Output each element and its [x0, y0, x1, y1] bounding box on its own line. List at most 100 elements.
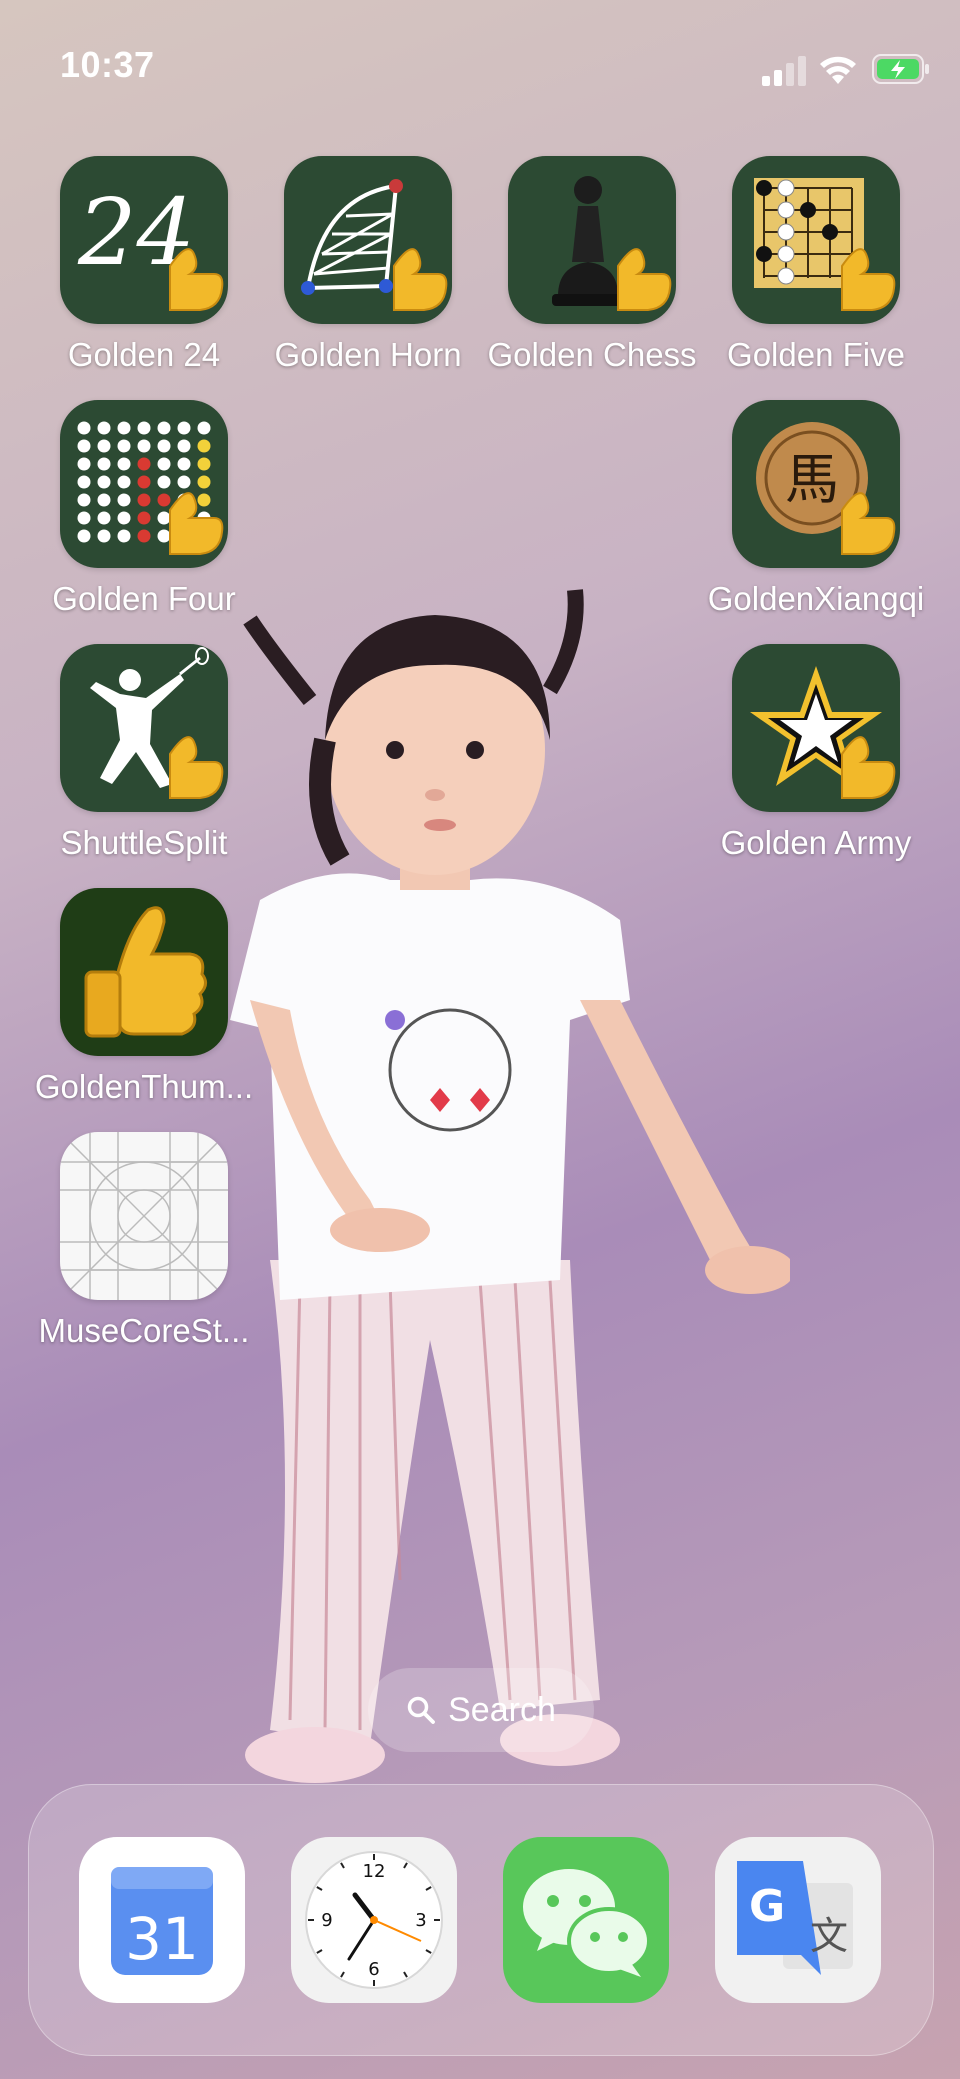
app-label: Golden Five	[727, 336, 905, 373]
search-icon	[407, 1696, 436, 1724]
connect-four-disc	[157, 439, 171, 453]
app-golden-army[interactable]: Golden Army	[704, 644, 928, 862]
connect-four-disc	[77, 529, 91, 543]
connect-four-disc	[197, 457, 211, 471]
connect-four-disc	[197, 439, 211, 453]
connect-four-disc	[77, 493, 91, 507]
golden-24-icon: 24	[60, 156, 228, 324]
dock-app-calendar[interactable]: 31	[79, 1837, 245, 2003]
svg-text:馬: 馬	[785, 448, 839, 511]
connect-four-disc	[137, 439, 151, 453]
spotlight-search-button[interactable]: Search	[368, 1668, 594, 1752]
connect-four-disc	[77, 421, 91, 435]
wifi-icon	[820, 56, 856, 84]
connect-four-disc	[137, 529, 151, 543]
connect-four-disc	[197, 475, 211, 489]
connect-four-disc	[117, 439, 131, 453]
svg-text:3: 3	[415, 1910, 426, 1931]
app-label: Golden Four	[52, 580, 236, 617]
app-label: Golden Chess	[487, 336, 697, 373]
svg-text:G: G	[749, 1881, 785, 1932]
connect-four-disc	[77, 475, 91, 489]
svg-text:9: 9	[321, 1910, 332, 1931]
connect-four-disc	[117, 421, 131, 435]
app-label: Golden Army	[720, 824, 912, 861]
connect-four-disc	[77, 457, 91, 471]
app-golden-horn[interactable]: Golden Horn	[256, 156, 480, 374]
app-golden-chess[interactable]: Golden Chess	[480, 156, 704, 374]
app-label: Golden Horn	[274, 336, 462, 373]
dock-app-wechat[interactable]	[503, 1837, 669, 2003]
app-label: MuseCoreSt...	[38, 1312, 250, 1349]
thumbs-up-badge	[169, 492, 224, 555]
connect-four-disc	[157, 475, 171, 489]
connect-four-disc	[117, 493, 131, 507]
badminton-player-icon	[60, 644, 228, 812]
google-translate-icon: G 文	[715, 1837, 881, 2003]
svg-text:31: 31	[125, 1905, 199, 1973]
app-template-grid-icon	[60, 1132, 228, 1300]
connect-four-disc	[157, 529, 171, 543]
app-label: GoldenThum...	[34, 1068, 254, 1105]
connect-four-disc	[157, 511, 171, 525]
app-golden-xiangqi[interactable]: 馬 GoldenXiangqi	[704, 400, 928, 618]
calendar-icon: 31	[79, 1837, 245, 2003]
connect-four-disc	[197, 493, 211, 507]
connect-four-disc	[177, 421, 191, 435]
status-time: 10:37	[60, 44, 155, 85]
connect-four-disc	[97, 421, 111, 435]
golden-horn-icon	[284, 156, 452, 324]
connect-four-disc	[117, 457, 131, 471]
dock: 31 12 3 6 9 G 文	[28, 1784, 934, 2056]
app-label: GoldenXiangqi	[707, 580, 925, 617]
cellular-signal-icon	[762, 56, 806, 86]
svg-text:文: 文	[810, 1914, 848, 1958]
svg-text:6: 6	[368, 1959, 379, 1980]
chess-pawn-icon	[508, 156, 676, 324]
svg-text:12: 12	[363, 1861, 386, 1882]
connect-four-disc	[97, 511, 111, 525]
connect-four-disc	[137, 475, 151, 489]
app-label: ShuttleSplit	[60, 824, 228, 861]
thumbs-up-icon	[60, 888, 228, 1056]
app-shuttlesplit[interactable]: ShuttleSplit	[32, 644, 256, 862]
connect-four-disc	[117, 511, 131, 525]
app-golden-four[interactable]: Golden Four	[32, 400, 256, 618]
connect-four-disc	[157, 421, 171, 435]
connect-four-disc	[137, 457, 151, 471]
connect-four-disc	[177, 439, 191, 453]
app-musecorest[interactable]: MuseCoreSt...	[32, 1132, 256, 1350]
connect-four-disc	[77, 511, 91, 525]
app-golden-thumbs[interactable]: GoldenThum...	[32, 888, 256, 1106]
app-golden-24[interactable]: 24 Golden 24	[32, 156, 256, 374]
status-bar: 10:37	[0, 0, 960, 120]
dock-app-clock[interactable]: 12 3 6 9	[291, 1837, 457, 2003]
army-star-icon	[732, 644, 900, 812]
connect-four-disc	[97, 529, 111, 543]
connect-four-disc	[157, 457, 171, 471]
connect-four-disc	[97, 439, 111, 453]
connect-four-disc	[137, 511, 151, 525]
gomoku-board-icon	[732, 156, 900, 324]
connect-four-disc	[157, 493, 171, 507]
search-label: Search	[448, 1690, 556, 1729]
connect-four-icon	[60, 400, 228, 568]
app-label: Golden 24	[67, 336, 221, 373]
connect-four-disc	[177, 475, 191, 489]
xiangqi-horse-icon: 馬	[732, 400, 900, 568]
connect-four-disc	[117, 529, 131, 543]
wechat-icon	[503, 1837, 669, 2003]
connect-four-disc	[77, 439, 91, 453]
connect-four-disc	[117, 475, 131, 489]
connect-four-disc	[97, 457, 111, 471]
connect-four-disc	[97, 493, 111, 507]
connect-four-disc	[97, 475, 111, 489]
connect-four-disc	[137, 493, 151, 507]
app-golden-five[interactable]: Golden Five	[704, 156, 928, 374]
clock-icon: 12 3 6 9	[291, 1837, 457, 2003]
connect-four-disc	[177, 457, 191, 471]
battery-charging-icon	[872, 54, 929, 84]
connect-four-disc	[197, 421, 211, 435]
connect-four-disc	[137, 421, 151, 435]
dock-app-translate[interactable]: G 文	[715, 1837, 881, 2003]
